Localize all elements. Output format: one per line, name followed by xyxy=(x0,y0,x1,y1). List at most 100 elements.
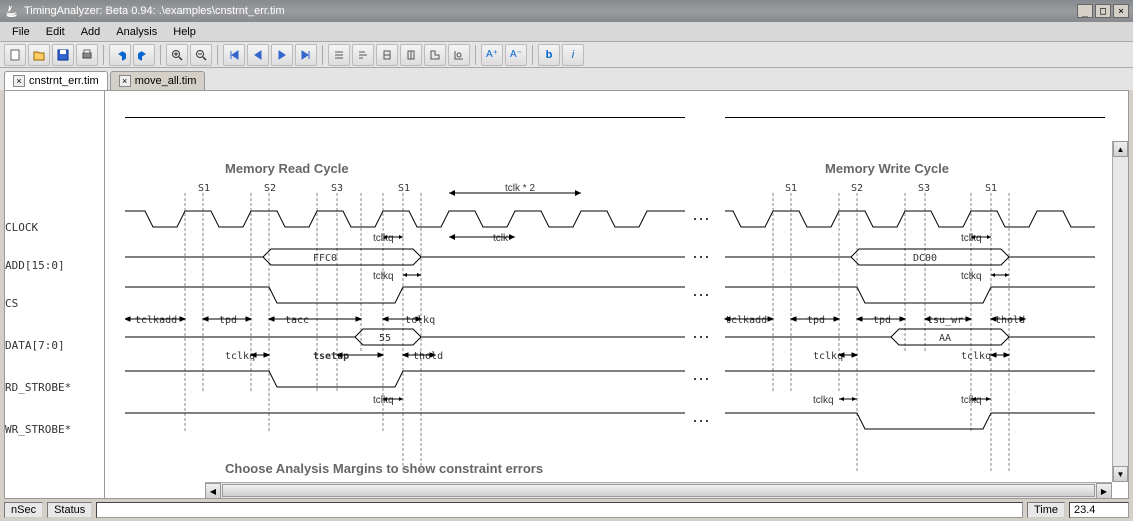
signal-clock[interactable]: CLOCK xyxy=(5,221,38,234)
info-icon[interactable]: i xyxy=(562,44,584,66)
signal-data[interactable]: DATA[7:0] xyxy=(5,339,65,352)
marker3-icon[interactable] xyxy=(424,44,446,66)
marker1-icon[interactable] xyxy=(376,44,398,66)
scrollbar-vertical[interactable]: ▲ ▼ xyxy=(1112,141,1128,482)
menu-add[interactable]: Add xyxy=(73,24,109,40)
svg-text:S2: S2 xyxy=(264,183,276,194)
svg-text:tclkq: tclkq xyxy=(373,233,394,244)
toolbar: A⁺ A⁻ b i xyxy=(0,42,1133,68)
java-icon xyxy=(4,3,20,19)
status-field xyxy=(96,502,1023,518)
svg-text:tclkadd: tclkadd xyxy=(725,315,767,326)
menu-file[interactable]: File xyxy=(4,24,38,40)
goto-end-icon[interactable] xyxy=(295,44,317,66)
undo-icon[interactable] xyxy=(109,44,131,66)
svg-text:tpd: tpd xyxy=(873,315,891,326)
status-unit: nSec xyxy=(4,502,43,518)
signal-panel[interactable]: CLOCK ADD[15:0] CS DATA[7:0] RD_STROBE* … xyxy=(5,91,105,498)
maximize-button[interactable]: □ xyxy=(1095,4,1111,18)
gap-dots xyxy=(694,218,708,422)
tab-move-all[interactable]: × move_all.tim xyxy=(110,71,206,90)
svg-text:tclkq: tclkq xyxy=(961,271,982,282)
state-labels: S1 S2 S3 S1 S1 S2 S3 S1 xyxy=(198,183,997,194)
text-a-plus-icon[interactable]: A⁺ xyxy=(481,44,503,66)
svg-text:tclkq: tclkq xyxy=(961,351,991,362)
statusbar: nSec Status Time 23.4 xyxy=(4,501,1129,519)
svg-text:S1: S1 xyxy=(398,183,410,194)
window-title: TimingAnalyzer: Beta 0.94: .\examples\cn… xyxy=(24,5,1077,17)
svg-text:S2: S2 xyxy=(851,183,863,194)
rdstrobe-wave-left xyxy=(125,371,685,387)
time-ruler-left xyxy=(125,91,1108,121)
step-back-icon[interactable] xyxy=(247,44,269,66)
svg-text:S1: S1 xyxy=(985,183,997,194)
wave-area[interactable]: Memory Read Cycle Memory Write Cycle Cho… xyxy=(105,91,1128,498)
data-wave-left xyxy=(125,329,685,345)
scrollbar-horizontal[interactable]: ◀ ▶ xyxy=(205,482,1112,498)
cs-wave-left xyxy=(125,287,685,303)
scroll-right-icon[interactable]: ▶ xyxy=(1096,483,1112,498)
titlebar: TimingAnalyzer: Beta 0.94: .\examples\cn… xyxy=(0,0,1133,22)
signal-wrstrobe[interactable]: WR_STROBE* xyxy=(5,423,71,436)
cs-wave-right xyxy=(725,287,1095,303)
svg-text:tclkq: tclkq xyxy=(813,395,834,406)
menubar: File Edit Add Analysis Help xyxy=(0,22,1133,42)
status-label: Status xyxy=(47,502,92,518)
time-value: 23.4 xyxy=(1069,502,1129,518)
addr-read-value: FFC0 xyxy=(313,253,337,264)
svg-text:S1: S1 xyxy=(198,183,210,194)
menu-analysis[interactable]: Analysis xyxy=(108,24,165,40)
marker2-icon[interactable] xyxy=(400,44,422,66)
menu-help[interactable]: Help xyxy=(165,24,204,40)
tab-close-icon[interactable]: × xyxy=(119,75,131,87)
signal-cs[interactable]: CS xyxy=(5,297,18,310)
zoom-in-icon[interactable] xyxy=(166,44,188,66)
new-icon[interactable] xyxy=(4,44,26,66)
tab-close-icon[interactable]: × xyxy=(13,75,25,87)
goto-start-icon[interactable] xyxy=(223,44,245,66)
clock-wave-right xyxy=(725,211,1095,227)
svg-text:tsu_wr: tsu_wr xyxy=(927,315,963,326)
svg-text:tclk * 2: tclk * 2 xyxy=(505,183,535,194)
tabbar: × cnstrnt_err.tim × move_all.tim xyxy=(0,68,1133,90)
scroll-down-icon[interactable]: ▼ xyxy=(1113,466,1128,482)
open-icon[interactable] xyxy=(28,44,50,66)
signal-rdstrobe[interactable]: RD_STROBE* xyxy=(5,381,71,394)
align-icon[interactable] xyxy=(328,44,350,66)
add-wave-left xyxy=(125,249,685,265)
svg-text:S3: S3 xyxy=(331,183,343,194)
scroll-up-icon[interactable]: ▲ xyxy=(1113,141,1128,157)
svg-text:tclkq: tclkq xyxy=(225,351,255,362)
text-a-minus-icon[interactable]: A⁻ xyxy=(505,44,527,66)
step-fwd-icon[interactable] xyxy=(271,44,293,66)
print-icon[interactable] xyxy=(76,44,98,66)
svg-text:tclkq: tclkq xyxy=(405,315,435,326)
svg-text:tclkadd: tclkadd xyxy=(135,315,177,326)
svg-text:tclkq: tclkq xyxy=(373,271,394,282)
svg-text:tacc: tacc xyxy=(285,315,309,326)
svg-text:tclkq: tclkq xyxy=(961,233,982,244)
time-label: Time xyxy=(1027,502,1065,518)
tab-cnstrnt-err[interactable]: × cnstrnt_err.tim xyxy=(4,71,108,90)
bold-icon[interactable]: b xyxy=(538,44,560,66)
minimize-button[interactable]: _ xyxy=(1077,4,1093,18)
save-icon[interactable] xyxy=(52,44,74,66)
content: CLOCK ADD[15:0] CS DATA[7:0] RD_STROBE* … xyxy=(4,90,1129,499)
add-wave-right xyxy=(725,249,1095,265)
waveform-canvas[interactable]: 0.0 30.0 60.0 90.0 120.0 150.0 1000.0 10… xyxy=(125,131,1125,491)
zoom-out-icon[interactable] xyxy=(190,44,212,66)
redo-icon[interactable] xyxy=(133,44,155,66)
svg-text:S3: S3 xyxy=(918,183,930,194)
addr-write-value: DC00 xyxy=(913,253,937,264)
signal-add[interactable]: ADD[15:0] xyxy=(5,259,65,272)
dist-icon[interactable] xyxy=(352,44,374,66)
menu-edit[interactable]: Edit xyxy=(38,24,73,40)
window-buttons: _ □ × xyxy=(1077,4,1129,18)
svg-text:tclkq: tclkq xyxy=(961,395,982,406)
data-read-value: 55 xyxy=(379,333,391,344)
close-button[interactable]: × xyxy=(1113,4,1129,18)
marker4-icon[interactable] xyxy=(448,44,470,66)
scroll-thumb[interactable] xyxy=(222,484,1095,497)
scroll-left-icon[interactable]: ◀ xyxy=(205,483,221,498)
svg-text:tpd: tpd xyxy=(807,315,825,326)
